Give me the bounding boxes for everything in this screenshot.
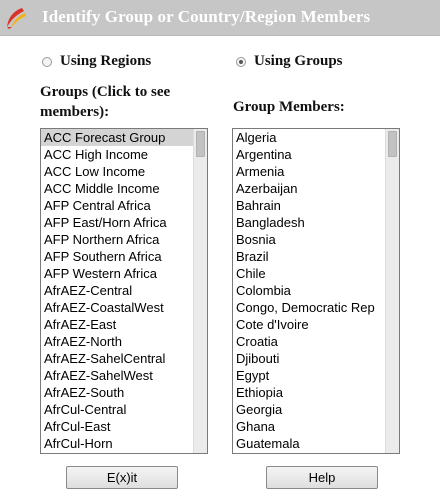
group-list-item[interactable]: ACC Low Income bbox=[41, 163, 207, 180]
groups-scrollbar[interactable] bbox=[193, 129, 207, 453]
member-list-item[interactable]: Ghana bbox=[233, 418, 399, 435]
member-list-item[interactable]: Bangladesh bbox=[233, 214, 399, 231]
member-list-item[interactable]: Argentina bbox=[233, 146, 399, 163]
radio-using-groups[interactable]: Using Groups bbox=[236, 53, 343, 70]
member-list-item[interactable]: Brazil bbox=[233, 248, 399, 265]
member-list-item[interactable]: Croatia bbox=[233, 333, 399, 350]
exit-button[interactable]: E(x)it bbox=[66, 466, 178, 489]
members-scrollbar[interactable] bbox=[385, 129, 399, 453]
members-list: Algeria Argentina Armenia Azerbaijan Bahrain… bbox=[233, 129, 399, 452]
member-list-item[interactable]: Bahrain bbox=[233, 197, 399, 214]
groups-scroll-thumb[interactable] bbox=[196, 131, 205, 157]
members-heading: Group Members: bbox=[233, 99, 345, 115]
help-button[interactable]: Help bbox=[266, 466, 378, 489]
group-list-item[interactable]: ACC Forecast Group bbox=[41, 129, 207, 146]
title-bar: Identify Group or Country/Region Members bbox=[0, 0, 440, 36]
radio-label-groups: Using Groups bbox=[254, 53, 343, 69]
member-list-item[interactable]: Guatemala bbox=[233, 435, 399, 452]
groups-listbox[interactable]: ACC Forecast Group ACC High Income ACC Low… bbox=[40, 128, 208, 454]
groups-list: ACC Forecast Group ACC High Income ACC Low… bbox=[41, 129, 207, 452]
member-list-item[interactable]: Cote d'Ivoire bbox=[233, 316, 399, 333]
window-title: Identify Group or Country/Region Members bbox=[42, 7, 371, 26]
radio-selected-icon bbox=[236, 56, 246, 67]
group-list-item[interactable]: AFP East/Horn Africa bbox=[41, 214, 207, 231]
member-list-item[interactable]: Congo, Democratic Rep bbox=[233, 299, 399, 316]
app-logo-icon bbox=[7, 8, 26, 29]
group-list-item[interactable]: AfrAEZ-SahelWest bbox=[41, 367, 207, 384]
group-list-item[interactable]: AfrCul-East bbox=[41, 418, 207, 435]
group-list-item[interactable]: AFP Northern Africa bbox=[41, 231, 207, 248]
member-list-item[interactable]: Djibouti bbox=[233, 350, 399, 367]
group-list-item[interactable]: AFP Southern Africa bbox=[41, 248, 207, 265]
group-list-item[interactable]: AfrAEZ-Central bbox=[41, 282, 207, 299]
group-list-item[interactable]: AfrAEZ-East bbox=[41, 316, 207, 333]
radio-label-regions: Using Regions bbox=[60, 53, 152, 69]
group-list-item[interactable]: AfrCul-Central bbox=[41, 401, 207, 418]
member-list-item[interactable]: Ethiopia bbox=[233, 384, 399, 401]
members-listbox[interactable]: Algeria Argentina Armenia Azerbaijan Bahrain… bbox=[232, 128, 400, 454]
members-scroll-thumb[interactable] bbox=[388, 131, 397, 157]
member-list-item[interactable]: Bosnia bbox=[233, 231, 399, 248]
member-list-item[interactable]: Colombia bbox=[233, 282, 399, 299]
radio-using-regions[interactable]: Using Regions bbox=[42, 53, 151, 70]
member-list-item[interactable]: Georgia bbox=[233, 401, 399, 418]
member-list-item[interactable]: Algeria bbox=[233, 129, 399, 146]
group-list-item[interactable]: ACC Middle Income bbox=[41, 180, 207, 197]
group-list-item[interactable]: AfrAEZ-North bbox=[41, 333, 207, 350]
group-list-item[interactable]: ACC High Income bbox=[41, 146, 207, 163]
radio-circle-icon bbox=[42, 56, 52, 67]
group-list-item[interactable]: AFP Central Africa bbox=[41, 197, 207, 214]
groups-heading: Groups (Click to see members): bbox=[40, 84, 171, 120]
group-list-item[interactable]: AfrAEZ-SahelCentral bbox=[41, 350, 207, 367]
member-list-item[interactable]: Armenia bbox=[233, 163, 399, 180]
group-list-item[interactable]: AfrAEZ-South bbox=[41, 384, 207, 401]
group-list-item[interactable]: AfrCul-Horn bbox=[41, 435, 207, 452]
member-list-item[interactable]: Chile bbox=[233, 265, 399, 282]
member-list-item[interactable]: Egypt bbox=[233, 367, 399, 384]
group-list-item[interactable]: AFP Western Africa bbox=[41, 265, 207, 282]
group-list-item[interactable]: AfrAEZ-CoastalWest bbox=[41, 299, 207, 316]
member-list-item[interactable]: Azerbaijan bbox=[233, 180, 399, 197]
